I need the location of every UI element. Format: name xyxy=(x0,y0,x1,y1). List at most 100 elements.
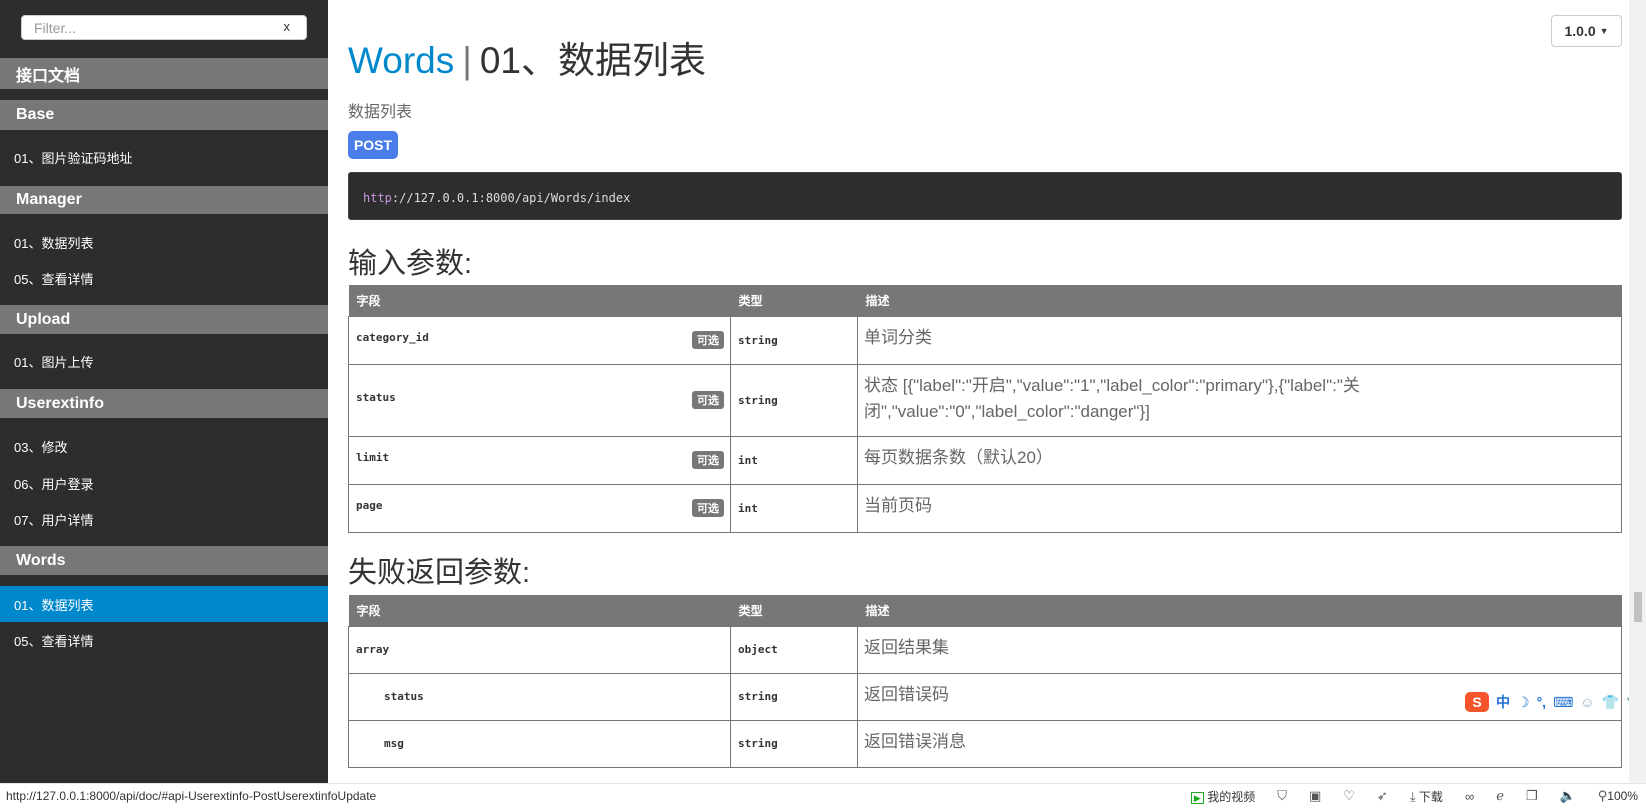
col-field: 字段 xyxy=(348,285,731,316)
image-icon[interactable]: ▣ xyxy=(1309,788,1321,804)
zoom-level: 100% xyxy=(1607,789,1638,803)
punctuation-icon[interactable]: °, xyxy=(1537,694,1547,710)
sidebar-item-upload-01[interactable]: 01、图片上传 xyxy=(0,343,328,379)
sidebar-item-userextinfo-06[interactable]: 06、用户登录 xyxy=(0,465,328,501)
page-title: Words | 01、数据列表 xyxy=(348,30,706,84)
sidebar-item-userextinfo-07[interactable]: 07、用户详情 xyxy=(0,501,328,537)
version-dropdown[interactable]: 1.0.0 ▼ xyxy=(1551,15,1622,47)
play-icon: ▶ xyxy=(1190,791,1204,804)
optional-badge: 可选 xyxy=(692,391,724,409)
sidebar-section-base[interactable]: Base xyxy=(0,100,328,130)
sogou-logo-icon: S xyxy=(1465,692,1489,712)
type-cell: string xyxy=(730,315,858,365)
table-row: array object 返回结果集 xyxy=(348,625,1622,674)
download-label: 下载 xyxy=(1418,789,1443,804)
field-cell: status xyxy=(348,672,731,721)
sidebar-item-words-01[interactable]: 01、数据列表 xyxy=(0,586,328,622)
field-cell: limit 可选 xyxy=(348,435,731,485)
incognito-icon[interactable]: ∞ xyxy=(1465,789,1474,804)
field-name: page xyxy=(356,499,383,512)
optional-badge: 可选 xyxy=(692,331,724,349)
table-row: page 可选 int 当前页码 xyxy=(348,483,1622,533)
sidebar-title: 接口文档 xyxy=(0,58,328,89)
status-url: http://127.0.0.1:8000/api/doc/#api-Usere… xyxy=(6,789,377,803)
version-label: 1.0.0 xyxy=(1564,23,1596,39)
ie-icon[interactable]: ℯ xyxy=(1496,788,1504,804)
col-type: 类型 xyxy=(730,595,858,626)
url-path: ://127.0.0.1:8000/api/Words/index xyxy=(391,191,631,205)
caret-down-icon: ▼ xyxy=(1599,26,1609,36)
filter-input[interactable] xyxy=(34,16,274,39)
download-button[interactable]: ⤓ 下载 xyxy=(1410,788,1443,805)
desc-cell: 状态 [{"label":"开启","value":"1","label_col… xyxy=(857,363,1622,437)
fail-params-heading: 失败返回参数: xyxy=(348,557,531,589)
desc-cell: 每页数据条数（默认20） xyxy=(857,435,1622,485)
field-name: limit xyxy=(356,451,390,464)
group-name: Words xyxy=(348,40,455,81)
user-icon[interactable]: ☺ xyxy=(1580,694,1594,710)
col-desc: 描述 xyxy=(857,595,1622,626)
sidebar-item-base-01[interactable]: 01、图片验证码地址 xyxy=(0,139,328,175)
field-name: status xyxy=(356,391,396,404)
shield-icon[interactable]: ⛉ xyxy=(1277,788,1287,804)
desc-cell: 返回错误消息 xyxy=(857,719,1622,768)
fail-params-table: 字段 类型 描述 array object 返回结果集 status string 返回错误… xyxy=(348,595,1622,768)
sidebar-item-manager-01[interactable]: 01、数据列表 xyxy=(0,224,328,260)
heart-icon[interactable]: ♡ xyxy=(1343,788,1355,804)
window-icon[interactable]: ❐ xyxy=(1526,788,1538,804)
type-cell: string xyxy=(730,363,858,437)
url-scheme: http xyxy=(363,191,392,205)
col-field: 字段 xyxy=(348,595,731,626)
sidebar-section-upload[interactable]: Upload xyxy=(0,305,328,334)
optional-badge: 可选 xyxy=(692,499,724,517)
table-row: limit 可选 int 每页数据条数（默认20） xyxy=(348,435,1622,485)
sidebar-section-userextinfo[interactable]: Userextinfo xyxy=(0,389,328,418)
desc-cell: 返回结果集 xyxy=(857,625,1622,674)
moon-icon[interactable]: ☽ xyxy=(1517,694,1530,711)
keyboard-icon[interactable]: ⌨ xyxy=(1553,694,1573,711)
field-cell: page 可选 xyxy=(348,483,731,533)
table-row: category_id 可选 string 单词分类 xyxy=(348,315,1622,365)
my-video-button[interactable]: ▶ 我的视频 xyxy=(1190,788,1255,805)
title-separator: | xyxy=(462,40,472,81)
endpoint-url: http://127.0.0.1:8000/api/Words/index xyxy=(348,172,1622,220)
type-cell: string xyxy=(730,719,858,768)
field-cell: msg xyxy=(348,719,731,768)
table-row: status string 返回错误码 xyxy=(348,672,1622,721)
ime-mode[interactable]: 中 xyxy=(1496,692,1510,712)
field-cell: category_id 可选 xyxy=(348,315,731,365)
zoom-icon: ⚲ xyxy=(1597,788,1608,803)
volume-icon[interactable]: 🔈 xyxy=(1560,788,1576,804)
col-desc: 描述 xyxy=(857,285,1622,316)
api-name: 01、数据列表 xyxy=(479,40,707,81)
filter-box: x xyxy=(21,15,307,40)
desc-cell: 单词分类 xyxy=(857,315,1622,365)
sidebar-item-words-05[interactable]: 05、查看详情 xyxy=(0,622,328,658)
clear-filter-button[interactable]: x xyxy=(284,19,291,34)
table-row: msg string 返回错误消息 xyxy=(348,719,1622,768)
zoom-button[interactable]: ⚲100% xyxy=(1598,788,1638,804)
input-params-heading: 输入参数: xyxy=(348,248,473,280)
sidebar: x 接口文档 Base 01、图片验证码地址 Manager 01、数据列表 0… xyxy=(0,0,328,783)
sidebar-item-manager-05[interactable]: 05、查看详情 xyxy=(0,260,328,296)
sidebar-section-manager[interactable]: Manager xyxy=(0,186,328,214)
api-description: 数据列表 xyxy=(348,104,413,121)
shirt-icon[interactable]: 👕 xyxy=(1602,694,1619,711)
scrollbar[interactable] xyxy=(1629,0,1646,783)
rocket-icon[interactable]: ➶ xyxy=(1377,788,1388,804)
sidebar-item-userextinfo-03[interactable]: 03、修改 xyxy=(0,428,328,464)
table-header: 字段 类型 描述 xyxy=(348,285,1622,316)
col-type: 类型 xyxy=(730,285,858,316)
field-cell: array xyxy=(348,625,731,674)
ime-toolbar[interactable]: S 中 ☽ °, ⌨ ☺ 👕 🔧 xyxy=(1465,690,1643,714)
type-cell: object xyxy=(730,625,858,674)
table-row: status 可选 string 状态 [{"label":"开启","value":… xyxy=(348,363,1622,437)
type-cell: int xyxy=(730,483,858,533)
scrollbar-thumb[interactable] xyxy=(1634,592,1642,622)
type-cell: string xyxy=(730,672,858,721)
sidebar-section-words[interactable]: Words xyxy=(0,546,328,575)
field-cell: status 可选 xyxy=(348,363,731,437)
optional-badge: 可选 xyxy=(692,451,724,469)
table-header: 字段 类型 描述 xyxy=(348,595,1622,626)
type-cell: int xyxy=(730,435,858,485)
